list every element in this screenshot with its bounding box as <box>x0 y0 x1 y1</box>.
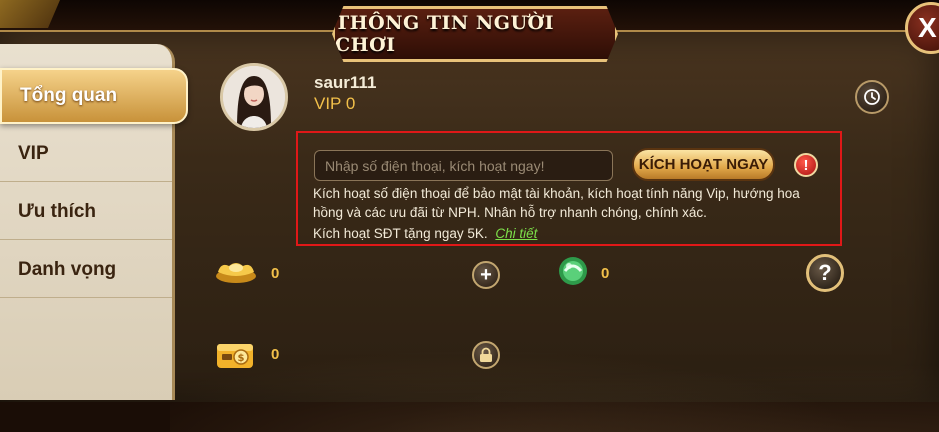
help-icon: ? <box>818 260 832 285</box>
sidebar: Tổng quan VIP Ưu thích Danh vọng <box>0 44 188 400</box>
sidebar-item-favorites[interactable]: Ưu thích <box>0 184 172 240</box>
plus-icon: + <box>480 264 492 286</box>
gold-amount: 0 <box>271 265 280 282</box>
sidebar-item-label: Danh vọng <box>18 258 117 280</box>
help-button[interactable]: ? <box>806 254 844 292</box>
activation-description: Kích hoạt số điện thoại để bảo mật tài k… <box>313 186 800 220</box>
gem-icon <box>559 257 587 285</box>
avatar-portrait <box>223 66 285 128</box>
sidebar-item-label: Ưu thích <box>18 200 97 222</box>
phone-input[interactable] <box>314 150 613 181</box>
username: saur111 <box>314 73 377 92</box>
sidebar-item-label: VIP <box>18 142 49 164</box>
history-icon <box>864 89 880 105</box>
activate-now-button[interactable]: KÍCH HOẠT NGAY <box>632 148 775 181</box>
wallet-icon: $ <box>217 344 253 368</box>
title-banner: THÔNG TIN NGƯỜI CHƠI <box>332 6 618 62</box>
detail-link[interactable]: Chi tiết <box>495 226 537 241</box>
lock-icon <box>480 347 492 362</box>
gift-label: Kích hoạt SĐT tặng ngay 5K. <box>313 226 488 241</box>
lock-button[interactable] <box>472 341 500 369</box>
wallet-amount: 0 <box>271 346 280 363</box>
sidebar-item-reputation[interactable]: Danh vọng <box>0 242 172 298</box>
sidebar-item-overview[interactable]: Tổng quan <box>0 68 188 124</box>
avatar[interactable] <box>220 63 288 131</box>
svg-text:$: $ <box>238 353 245 364</box>
activate-button-label: KÍCH HOẠT NGAY <box>638 156 769 173</box>
history-button[interactable] <box>855 80 889 114</box>
warning-icon[interactable]: ! <box>794 153 818 177</box>
sidebar-item-vip[interactable]: VIP <box>0 126 172 182</box>
activation-gift-text: Kích hoạt SĐT tặng ngay 5K. Chi tiết <box>313 226 537 241</box>
warning-mark: ! <box>803 156 809 174</box>
gem-amount: 0 <box>601 265 610 282</box>
vip-level: VIP 0 <box>314 94 356 113</box>
add-gold-button[interactable]: + <box>472 261 500 289</box>
page-title: THÔNG TIN NGƯỜI CHƠI <box>335 12 554 56</box>
sidebar-item-label: Tổng quan <box>20 85 118 106</box>
close-icon: X <box>918 12 937 43</box>
panel-decoration <box>170 332 939 432</box>
gold-ingot-icon <box>216 263 256 283</box>
